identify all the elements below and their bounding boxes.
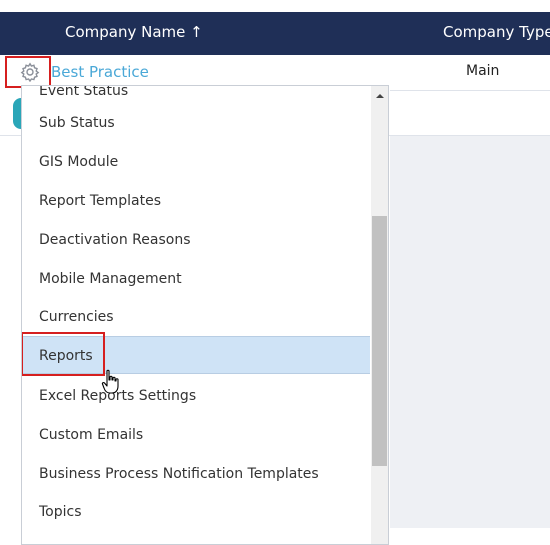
page: Company Name ↑ Company Type Best Practic… — [0, 0, 550, 545]
menu-item-deactivation-reasons[interactable]: Deactivation Reasons — [22, 221, 370, 259]
table-header: Company Name ↑ Company Type — [0, 12, 550, 55]
gear-icon[interactable] — [19, 61, 41, 83]
settings-dropdown-menu: Event Status Sub Status GIS Module Repor… — [21, 85, 389, 545]
scrollbar-thumb[interactable] — [372, 216, 387, 466]
hand-cursor-icon — [101, 369, 121, 395]
menu-item-custom-emails[interactable]: Custom Emails — [22, 416, 370, 454]
menu-item-business-process-notification-templates[interactable]: Business Process Notification Templates — [22, 455, 370, 493]
scroll-up-arrow-icon[interactable] — [371, 86, 388, 106]
menu-item-currencies[interactable]: Currencies — [22, 298, 370, 336]
menu-item-sub-status[interactable]: Sub Status — [22, 104, 370, 142]
menu-item-excel-reports-settings[interactable]: Excel Reports Settings — [22, 377, 370, 415]
company-type-cell: Main — [466, 63, 500, 79]
reports-highlight-box — [22, 332, 105, 376]
empty-area — [390, 136, 550, 528]
menu-item-report-templates[interactable]: Report Templates — [22, 182, 370, 220]
company-name-link[interactable]: Best Practice — [51, 63, 149, 81]
menu-item-gis-module[interactable]: GIS Module — [22, 143, 370, 181]
menu-scrollbar[interactable] — [371, 86, 388, 544]
column-header-company-type[interactable]: Company Type — [443, 23, 550, 41]
menu-item-topics[interactable]: Topics — [22, 493, 370, 531]
column-header-company-name[interactable]: Company Name ↑ — [65, 23, 203, 41]
menu-item-mobile-management[interactable]: Mobile Management — [22, 260, 370, 298]
